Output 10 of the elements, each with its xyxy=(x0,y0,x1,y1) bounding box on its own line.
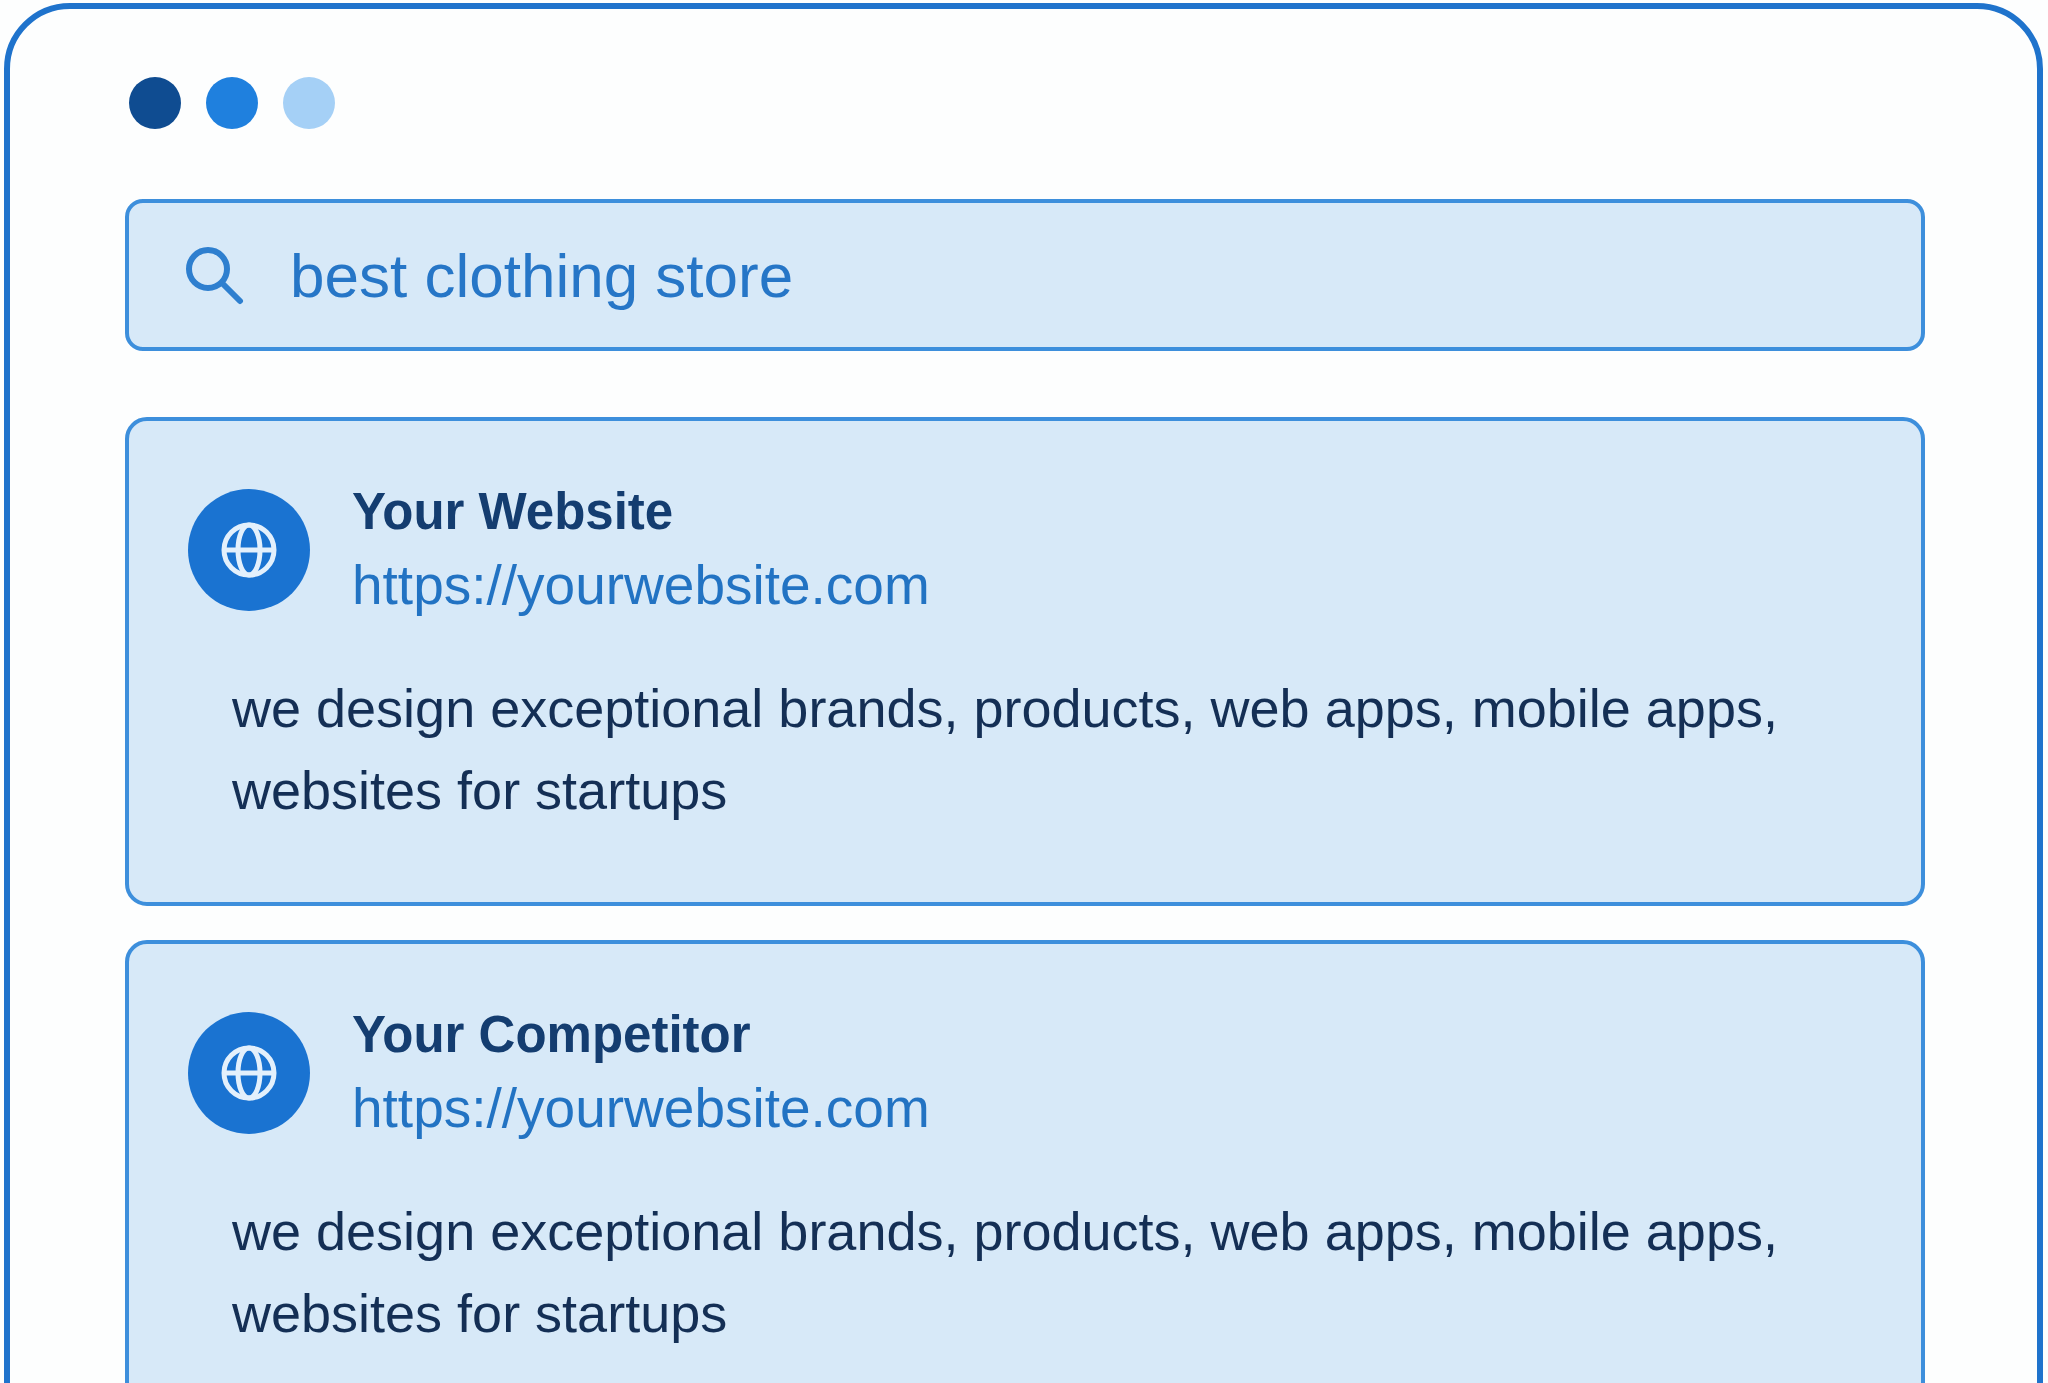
result-link[interactable]: https://yourwebsite.com xyxy=(352,1075,930,1141)
search-field[interactable]: best clothing store xyxy=(125,199,1925,351)
result-description: we design exceptional brands, products, web apps, mobile apps, websites for startups xyxy=(232,677,1779,822)
result-title: Your Competitor xyxy=(352,1005,751,1065)
search-icon xyxy=(184,245,244,305)
globe-icon xyxy=(188,1011,310,1134)
result-description: we design exceptional brands, products, web apps, mobile apps, websites for startups xyxy=(232,1200,1779,1345)
globe-icon xyxy=(188,488,310,611)
result-link[interactable]: https://yourwebsite.com xyxy=(352,552,930,618)
result-title: Your Website xyxy=(352,482,674,542)
